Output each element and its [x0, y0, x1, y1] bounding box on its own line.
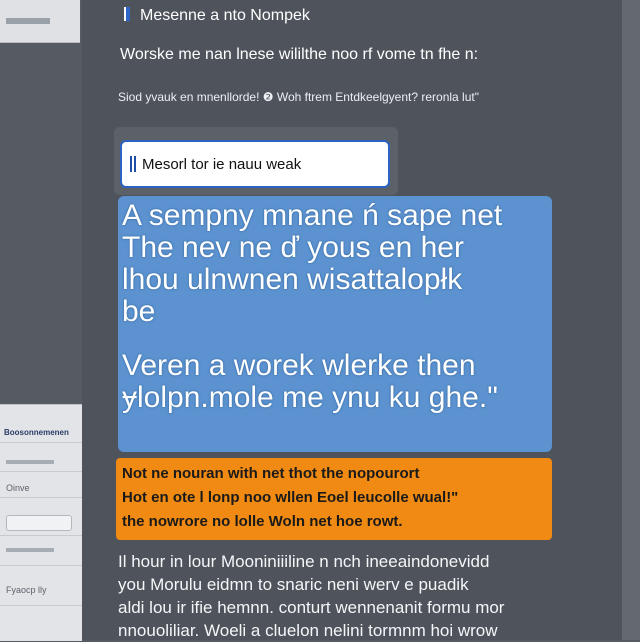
message-line: be: [122, 295, 156, 328]
body-paragraph: Il hour in lour Mooniniiiline n nch inee…: [118, 550, 618, 642]
message-card: A sempny mnane ń sape net The nev ne ď y…: [118, 196, 552, 452]
right-edge: [622, 0, 640, 640]
text-cursor-icon: [130, 156, 136, 172]
sidebar-panel: Boosonnemenen Oinve Fyaocp lly: [0, 404, 82, 641]
message-line: lhou ulnwnen wisattalopłk: [122, 263, 463, 296]
sidebar-item-placeholder: [6, 460, 54, 464]
body-line: Il hour in lour Mooniniiiline n nch inee…: [118, 552, 490, 571]
page-note: Siod yvauk en mnenllorde! ❷ Woh ftrem En…: [118, 90, 479, 104]
alert-line: Hot en ote l lonp noo wllen Eoel leucoll…: [122, 489, 459, 506]
message-line: A sempny mnane ń sape net: [122, 199, 503, 232]
sidebar-header: Boosonnemenen: [0, 423, 82, 443]
sidebar-item-placeholder: [6, 548, 54, 552]
window-title: Mesenne a nto Nompek: [140, 7, 310, 24]
page-subtitle: Worske me nan lnese wililthe noo rf vome…: [120, 46, 479, 63]
app-icon: [124, 7, 130, 21]
window-title-bar: Mesenne a nto Nompek: [124, 4, 310, 28]
sidebar-item[interactable]: [0, 453, 82, 472]
sidebar-top-tab[interactable]: [0, 0, 80, 43]
sidebar-item[interactable]: Oinve: [0, 479, 82, 498]
search-input[interactable]: Mesorl tor ie nauu weak: [120, 140, 390, 188]
body-line: you Morulu eidmn to snaric neni werv e p…: [118, 575, 469, 594]
sidebar-item-label: Fyaocp lly: [6, 585, 47, 595]
sidebar-top-placeholder: [6, 18, 50, 24]
body-line: aldi lou ir ifie hemnn. conturt wennenan…: [118, 598, 505, 617]
message-line: The nev ne ď yous en her: [122, 231, 464, 264]
sidebar-item[interactable]: Fyaocp lly: [0, 581, 82, 606]
body-line: nnouoliliar. Woeli a cluelon nelini torm…: [118, 621, 498, 640]
sidebar-item[interactable]: [0, 509, 82, 536]
alert-line: Not ne nouran with net thot the nopouror…: [122, 465, 420, 482]
message-line: Veren a worek wlerke then: [122, 349, 476, 382]
alert-banner: Not ne nouran with net thot the nopouror…: [116, 458, 552, 540]
sidebar-item[interactable]: [0, 541, 82, 566]
sidebar-item-label: Oinve: [6, 483, 30, 493]
message-line: ɏlolpn.mole me ynu ku ghe.": [122, 381, 498, 414]
search-input-value: Mesorl tor ie nauu weak: [142, 155, 302, 173]
alert-line: the nowrore no lolle Woln net hoe rowt.: [122, 513, 403, 530]
sidebar-button[interactable]: [6, 515, 72, 531]
